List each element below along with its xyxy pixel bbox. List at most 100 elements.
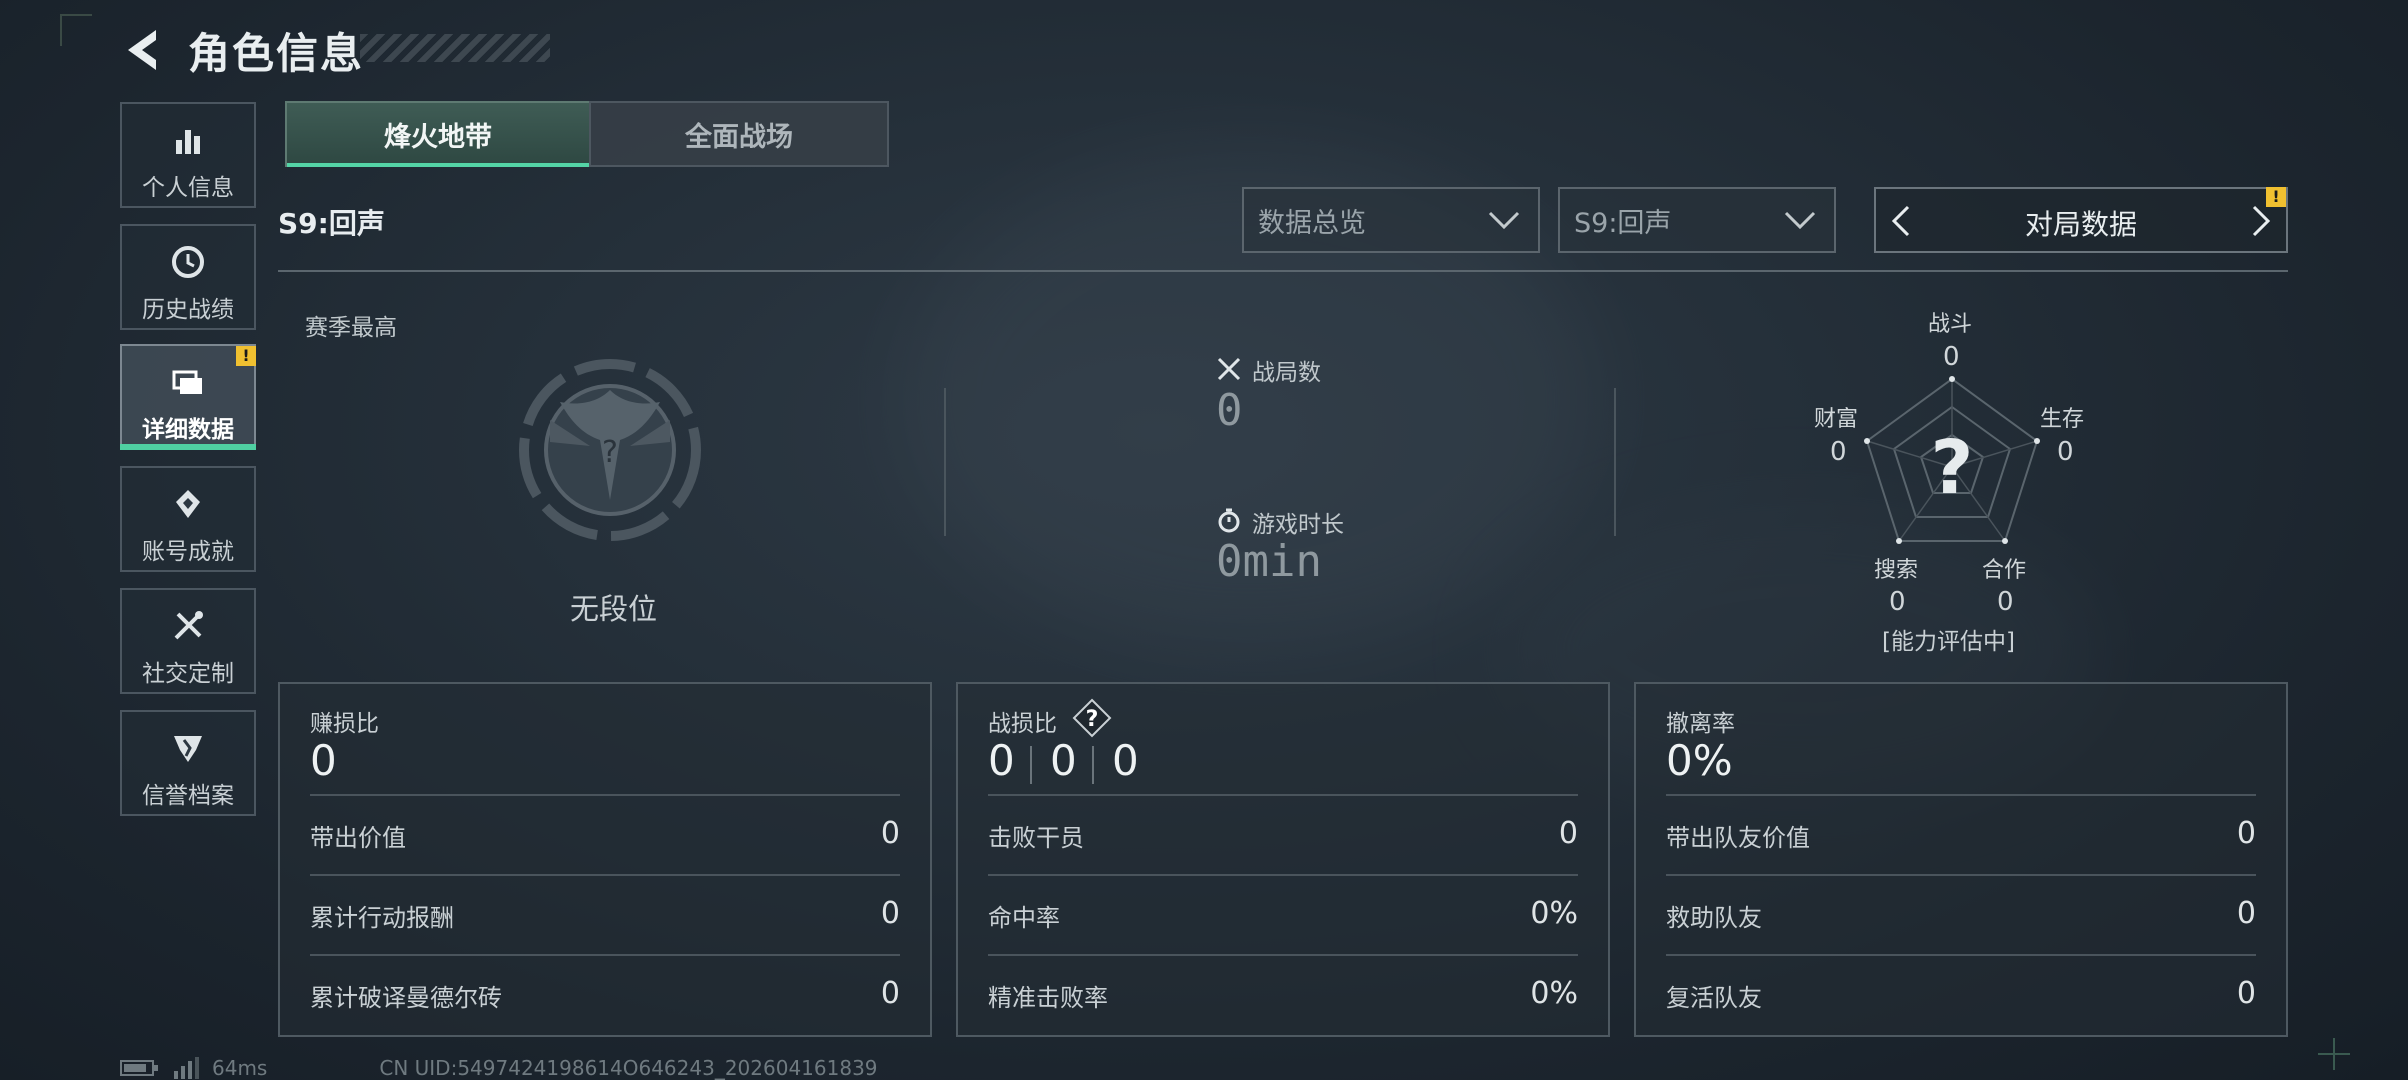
radar-center-mark: ?: [1931, 425, 1974, 511]
deaths-value: 0: [1050, 736, 1077, 785]
profit-loss-card: 赚损比 0 带出价值 0 累计行动报酬 0 累计破译曼德尔砖 0: [278, 682, 932, 1037]
stat-row: 命中率 0%: [988, 874, 1578, 956]
emblem-mark: ?: [602, 435, 618, 470]
stat-key: 带出价值: [310, 824, 406, 852]
sidebar-item-personal-info[interactable]: 个人信息: [120, 102, 256, 208]
alert-badge: !: [236, 346, 256, 366]
stat-value: 0: [2236, 976, 2256, 1011]
season-dropdown[interactable]: S9:回声: [1558, 187, 1836, 253]
radar-status: [能力评估中]: [1882, 629, 2015, 655]
stat-row: 击败干员 0: [988, 794, 1578, 876]
playtime-value: 0min: [1216, 536, 1322, 587]
section-divider: [278, 270, 2288, 272]
stat-value: 0: [2236, 816, 2256, 851]
sidebar-item-credit[interactable]: 信誉档案: [120, 710, 256, 816]
stat-row: 复活队友 0: [1666, 954, 2256, 1036]
stat-row: 精准击败率 0%: [988, 954, 1578, 1036]
sidebar-item-label: 社交定制: [142, 661, 234, 687]
card-title: 战损比: [988, 711, 1057, 737]
stat-value: 0: [1558, 816, 1578, 851]
tab-active-underline: [287, 163, 589, 167]
assists-value: 0: [1112, 736, 1139, 785]
dropdown-value: S9:回声: [1574, 207, 1672, 239]
help-mark: ?: [1086, 707, 1099, 732]
sidebar-item-label: 信誉档案: [142, 783, 234, 809]
stat-row: 带出队友价值 0: [1666, 794, 2256, 876]
sidebar-item-social[interactable]: 社交定制: [120, 588, 256, 694]
crosshair-icon: [2318, 1038, 2350, 1070]
column-divider: [1614, 388, 1616, 536]
chevron-down-icon: [1488, 211, 1520, 230]
crossed-swords-icon: [1217, 357, 1241, 381]
chevron-right-icon[interactable]: [2246, 203, 2276, 239]
stat-value: 0: [880, 816, 900, 851]
dropdown-value: 数据总览: [1258, 207, 1366, 239]
active-indicator: [120, 444, 256, 450]
stat-key: 复活队友: [1666, 984, 1762, 1012]
stat-row: 累计破译曼德尔砖 0: [310, 954, 900, 1036]
tab-label: 烽火地带: [384, 121, 492, 153]
tools-icon: [174, 611, 203, 640]
uid-text: CN UID:5497424198614O646243_202604161839: [379, 1056, 878, 1080]
stat-value: 0%: [1530, 896, 1578, 931]
stat-value: 0: [880, 976, 900, 1011]
stat-row: 救助队友 0: [1666, 874, 2256, 956]
data-type-pager: 对局数据 !: [1874, 187, 2288, 253]
achievement-icon: [176, 490, 200, 518]
page-title: 角色信息: [188, 29, 365, 78]
clock-history-icon: [172, 246, 204, 278]
help-icon[interactable]: ?: [1072, 698, 1112, 738]
sidebar-item-label: 个人信息: [142, 175, 234, 201]
tab-full-battlefield[interactable]: 全面战场: [589, 101, 889, 167]
matches-value: 0: [1216, 385, 1243, 436]
shield-badge-icon: [174, 736, 202, 762]
kd-separator: [1092, 746, 1094, 784]
season-label: S9:回声: [278, 207, 385, 240]
sidebar-item-history[interactable]: 历史战绩: [120, 224, 256, 330]
chevron-down-icon: [1784, 211, 1816, 230]
kills-value: 0: [988, 736, 1015, 785]
stat-key: 累计行动报酬: [310, 904, 454, 932]
kd-separator: [1030, 746, 1032, 784]
stat-key: 累计破译曼德尔砖: [310, 984, 502, 1012]
tab-fenghuo-zone[interactable]: 烽火地带: [285, 101, 591, 167]
alert-badge: !: [2266, 187, 2286, 207]
bar-chart-icon: [176, 130, 200, 154]
folder-stack-icon: [172, 370, 202, 394]
stopwatch-icon: [1218, 508, 1240, 533]
title-decoration: [360, 34, 550, 62]
tab-label: 全面战场: [685, 121, 793, 153]
stat-key: 击败干员: [988, 824, 1084, 852]
stat-row: 累计行动报酬 0: [310, 874, 900, 956]
battery-icon: [120, 1060, 158, 1076]
extraction-rate-card: 撤离率 0% 带出队友价值 0 救助队友 0 复活队友 0: [1634, 682, 2288, 1037]
pager-label: 对局数据: [2024, 208, 2137, 241]
card-title: 赚损比: [310, 711, 379, 737]
card-value: 0: [310, 736, 337, 785]
ability-radar-chart: ?: [1864, 376, 2040, 544]
rank-name: 无段位: [570, 592, 658, 626]
stat-row: 带出价值 0: [310, 794, 900, 876]
overview-dropdown[interactable]: 数据总览: [1242, 187, 1540, 253]
radar-value-search: 0: [1889, 587, 1906, 617]
matches-label: 战局数: [1252, 360, 1321, 386]
eagle-rank-emblem-icon: ?: [519, 359, 701, 541]
stat-value: 0: [880, 896, 900, 931]
playtime-label: 游戏时长: [1252, 512, 1344, 538]
stat-key: 救助队友: [1666, 904, 1762, 932]
sidebar-item-label: 历史战绩: [142, 297, 234, 323]
radar-label-combat: 战斗: [1928, 312, 1973, 337]
stat-key: 带出队友价值: [1666, 824, 1810, 852]
radar-value-cooperation: 0: [1997, 587, 2014, 617]
stat-value: 0: [2236, 896, 2256, 931]
sidebar-item-label: 账号成就: [142, 539, 234, 565]
sidebar-item-detailed-data[interactable]: 详细数据 !: [120, 344, 256, 450]
column-divider: [944, 388, 946, 536]
signal-icon: [174, 1057, 199, 1079]
card-value: 0%: [1666, 736, 1733, 785]
back-arrow-icon[interactable]: [120, 24, 164, 76]
sidebar-item-achievements[interactable]: 账号成就: [120, 466, 256, 572]
rank-label: 赛季最高: [305, 315, 397, 341]
card-title: 撤离率: [1666, 711, 1735, 737]
ping-value: 64ms: [212, 1056, 268, 1080]
